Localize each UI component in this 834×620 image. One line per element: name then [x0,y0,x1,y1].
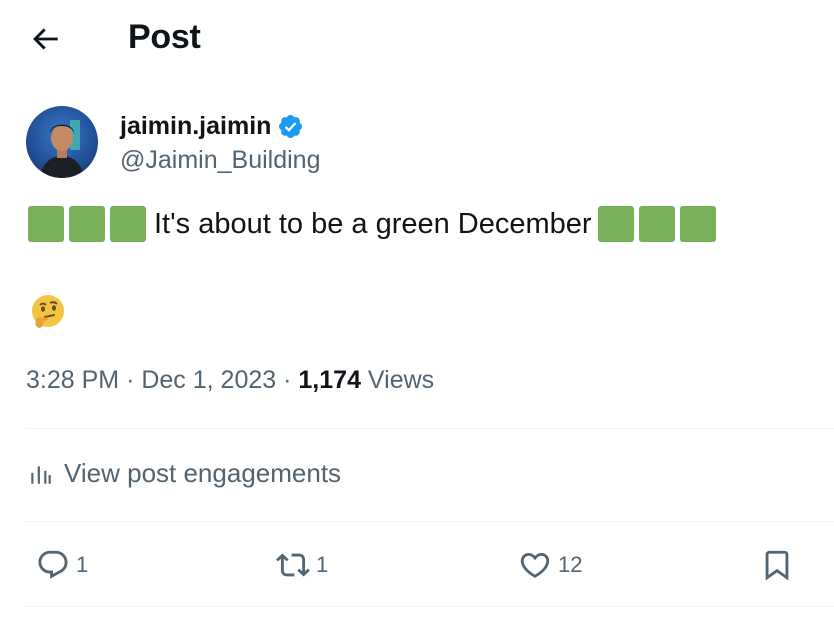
post-meta: 3:28 PM · Dec 1, 2023 · 1,174 Views [26,366,434,395]
post-actions: 1 1 12 [0,540,834,594]
views-label: Views [367,366,435,394]
green-square-icon [679,206,716,242]
repost-icon [276,553,310,577]
heart-icon [520,552,550,578]
like-button[interactable]: 12 [518,548,582,582]
green-square-icon [597,206,634,242]
divider [26,521,834,522]
post-message: It's about to be a green December [154,207,592,240]
thinking-face-icon [32,295,64,328]
reply-button[interactable]: 1 [36,548,88,582]
like-count: 12 [558,552,583,577]
view-engagements-link[interactable]: View post engagements [28,458,341,489]
reply-icon [38,550,68,579]
bookmark-button[interactable] [760,548,794,582]
author-name[interactable]: jaimin.jaimin [120,112,271,141]
arrow-left-icon [33,28,58,50]
post-time[interactable]: 3:28 PM [26,366,119,394]
analytics-icon [31,465,51,484]
page-title: Post [128,18,201,56]
meta-separator: · [126,366,142,394]
green-square-icon [28,206,64,242]
back-button[interactable] [28,22,62,56]
reply-count: 1 [76,552,89,577]
green-square-icon [638,206,675,242]
author-name-row: jaimin.jaimin [120,112,304,141]
avatar[interactable] [26,106,98,178]
views-count: 1,174 [298,366,361,394]
repost-count: 1 [316,552,329,577]
divider [26,606,834,607]
post-date[interactable]: Dec 1, 2023 [141,366,276,394]
verified-badge-icon[interactable] [277,113,304,140]
repost-button[interactable]: 1 [276,548,328,582]
view-engagements-label: View post engagements [64,458,342,488]
post-author: jaimin.jaimin @Jaimin_Building [26,106,726,182]
divider [26,428,834,429]
green-square-icon [69,206,105,242]
post-text: It's about to be a green December [28,206,721,242]
bookmark-icon [765,550,789,581]
green-square-icon [110,206,146,242]
post-header: Post [0,0,834,78]
author-handle[interactable]: @Jaimin_Building [120,146,320,175]
meta-separator: · [283,366,299,394]
